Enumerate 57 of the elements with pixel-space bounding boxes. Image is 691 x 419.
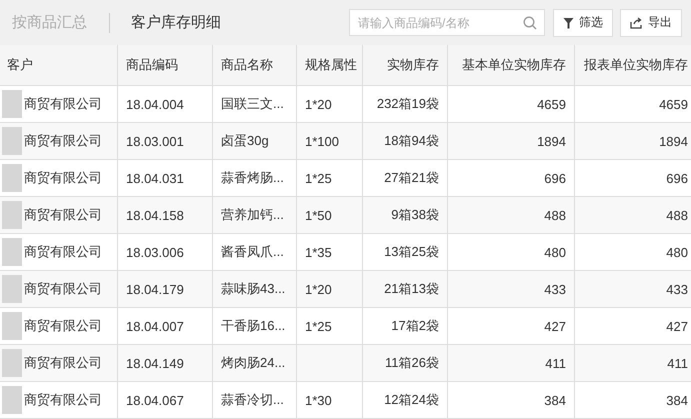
filter-button[interactable]: 筛选 <box>553 8 613 36</box>
redaction-mark <box>2 164 22 192</box>
table-cell: 433 <box>574 270 691 308</box>
table-cell: 411 <box>574 344 691 382</box>
table-cell: 商贸有限公司 <box>24 318 102 333</box>
search-field[interactable]: 请输入商品编码/名称 <box>349 9 545 36</box>
table-cell: 商贸有限公司 <box>24 244 102 259</box>
table-cell: 蒜味肠43... <box>212 270 296 308</box>
search-icon <box>523 16 537 30</box>
table-cell: 商贸有限公司 <box>24 281 102 296</box>
table-cell: 营养加钙... <box>212 196 296 234</box>
table-cell: 烤肉肠24... <box>212 344 296 382</box>
table-cell: 384 <box>448 382 574 418</box>
table-cell: 商贸有限公司 <box>24 170 102 185</box>
table-cell: 488 <box>448 196 574 234</box>
table-cell: 11箱26袋 <box>362 344 448 382</box>
redaction-mark <box>2 238 22 266</box>
table-cell: 商贸有限公司 <box>24 392 102 407</box>
table-cell: 18.03.001 <box>118 122 212 160</box>
table-cell: 商贸有限公司 <box>24 96 102 111</box>
table-cell: 蒜香冷切... <box>212 382 296 418</box>
redaction-mark <box>2 386 22 414</box>
column-header: 客户 <box>0 45 118 86</box>
table-cell: 1*20 <box>296 270 362 308</box>
column-header: 商品编码 <box>118 45 212 86</box>
table-cell: 卤蛋30g <box>212 122 296 160</box>
table-cell: 488 <box>574 196 691 234</box>
column-header: 报表单位实物库存 <box>574 45 691 86</box>
table-cell: 384 <box>574 382 691 418</box>
table-cell: 1894 <box>574 122 691 160</box>
table-cell: 1*50 <box>296 196 362 234</box>
table-cell: 商贸有限公司 <box>24 207 102 222</box>
table-cell: 商贸有限公司 <box>24 355 102 370</box>
table-cell: 商贸有限公司 <box>24 133 102 148</box>
table-cell: 433 <box>448 270 574 308</box>
table-cell: 12箱24袋 <box>362 382 448 418</box>
export-button[interactable]: 导出 <box>620 8 682 36</box>
table-cell: 18箱94袋 <box>362 122 448 160</box>
table-cell: 18.04.149 <box>118 344 212 382</box>
column-header: 实物库存 <box>362 45 448 86</box>
column-header: 规格属性 <box>296 45 362 86</box>
redaction-mark <box>2 90 22 118</box>
table-cell: 1*100 <box>296 122 362 160</box>
table-cell: 21箱13袋 <box>362 270 448 308</box>
tab[interactable]: 客户库存明细 <box>131 13 221 32</box>
table-cell: 18.04.067 <box>118 382 212 418</box>
table-cell: 1*30 <box>296 382 362 418</box>
export-icon <box>630 16 643 28</box>
column-header: 基本单位实物库存 <box>448 45 574 86</box>
table-cell: 411 <box>448 344 574 382</box>
redaction-mark <box>2 312 22 340</box>
column-header: 商品名称 <box>212 45 296 86</box>
filter-icon <box>563 16 574 28</box>
table-cell: 9箱38袋 <box>362 196 448 234</box>
table-cell: 18.04.158 <box>118 196 212 234</box>
table-cell: 18.04.179 <box>118 270 212 308</box>
table-cell: 1894 <box>448 122 574 160</box>
